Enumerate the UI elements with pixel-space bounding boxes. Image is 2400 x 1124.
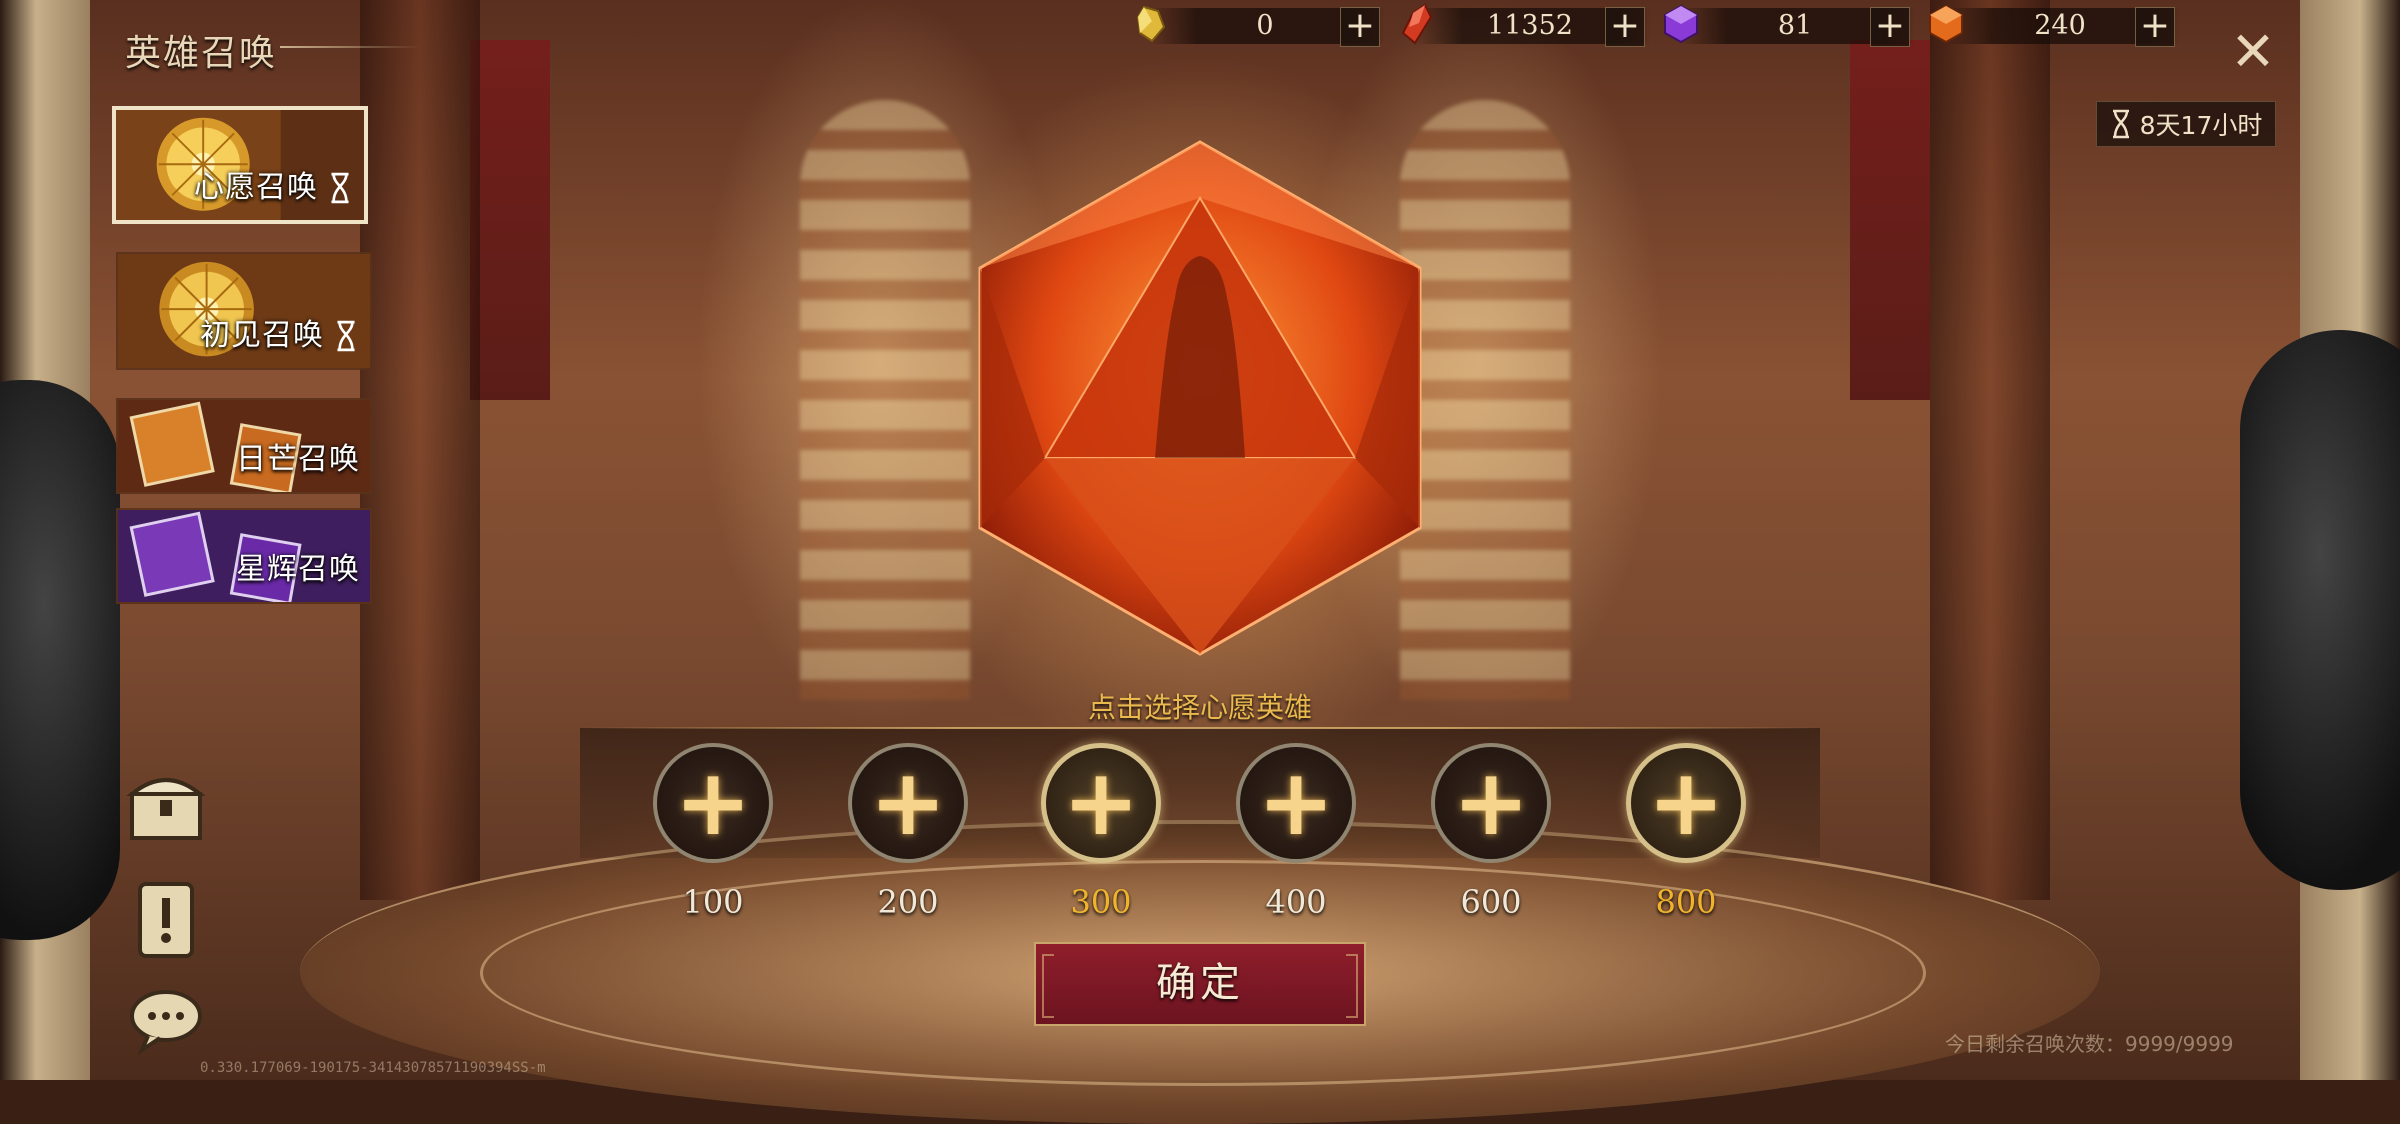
red-crystal-icon (1401, 3, 1433, 45)
orange-gem-icon (1929, 4, 1963, 44)
purple-gem-icon (1664, 4, 1698, 44)
resource-red: 11352 + (1395, 0, 1655, 50)
wish-slot[interactable]: + (1236, 743, 1356, 863)
tab-label: 日芒召唤 (236, 442, 360, 477)
left-glove (0, 380, 120, 940)
add-resource-button[interactable]: + (1870, 7, 1910, 47)
tab-label: 初见召唤 (200, 318, 324, 353)
plus-icon: + (869, 749, 947, 856)
yellow-crystal-icon (1136, 5, 1166, 43)
tab-first-summon[interactable]: 初见召唤 (116, 252, 372, 370)
build-id: 0.330.177069-190175-34143078571190394SS-… (200, 1060, 546, 1076)
tab-starlight-summon[interactable]: 星辉召唤 (116, 508, 372, 604)
page-title: 英雄召唤 (125, 33, 278, 74)
plus-icon: + (1062, 749, 1140, 856)
wish-slot[interactable]: + (1431, 743, 1551, 863)
confirm-button[interactable]: 确定 (1034, 942, 1366, 1026)
tab-sunlight-summon[interactable]: 日芒召唤 (116, 398, 372, 494)
resource-yellow: 0 + (1130, 0, 1390, 50)
wish-slot[interactable]: + (1041, 743, 1161, 863)
resource-value: 240 (2034, 10, 2086, 41)
select-hero-prompt[interactable]: 点击选择心愿英雄 (0, 686, 2400, 726)
plus-icon: + (1257, 749, 1335, 856)
remaining-summons: 今日剩余召唤次数：9999/9999 (1945, 1032, 2234, 1056)
banner (470, 40, 550, 400)
tab-wish-summon[interactable]: 心愿召唤 (112, 106, 368, 224)
pillar (1930, 0, 2050, 900)
tab-label: 心愿召唤 (194, 170, 318, 205)
add-resource-button[interactable]: + (2135, 7, 2175, 47)
wish-slot[interactable]: + (653, 743, 773, 863)
slot-label: 100 (682, 883, 744, 921)
hourglass-icon (337, 320, 355, 352)
resource-value: 0 (1256, 10, 1274, 41)
resource-value: 81 (1777, 10, 1813, 41)
timer-text: 8天17小时 (2139, 111, 2263, 140)
wish-slot[interactable]: + (1626, 743, 1746, 863)
plus-icon: + (674, 749, 752, 856)
plus-icon: + (1452, 749, 1530, 856)
tab-label: 星辉召唤 (236, 552, 360, 587)
stained-glass-window (800, 100, 970, 700)
close-button[interactable]: ✕ (2225, 24, 2281, 80)
add-resource-button[interactable]: + (1340, 7, 1380, 47)
slot-label: 300 (1070, 883, 1132, 921)
stained-glass-window (1400, 100, 1570, 700)
slot-label: 600 (1460, 883, 1522, 921)
pillar (360, 0, 480, 900)
add-resource-button[interactable]: + (1605, 7, 1645, 47)
treasure-chest-icon[interactable] (122, 760, 210, 848)
hourglass-icon (2112, 109, 2129, 139)
slot-label: 200 (877, 883, 939, 921)
chat-bubble-icon[interactable] (122, 984, 210, 1056)
slot-label: 800 (1655, 883, 1717, 921)
banner (1850, 40, 1930, 400)
resource-orange: 240 + (1925, 0, 2185, 50)
prompt-divider (580, 727, 1820, 729)
resource-value: 11352 (1487, 10, 1573, 41)
resource-purple: 81 + (1660, 0, 1920, 50)
title-ornament (280, 46, 420, 48)
slot-label: 400 (1265, 883, 1327, 921)
right-glove (2240, 330, 2400, 890)
wish-slot[interactable]: + (848, 743, 968, 863)
event-timer: 8天17小时 (2096, 101, 2276, 147)
plus-icon: + (1647, 749, 1725, 856)
hourglass-icon (331, 172, 349, 204)
notice-scroll-icon[interactable] (122, 876, 210, 964)
summon-crystal[interactable] (975, 138, 1425, 658)
